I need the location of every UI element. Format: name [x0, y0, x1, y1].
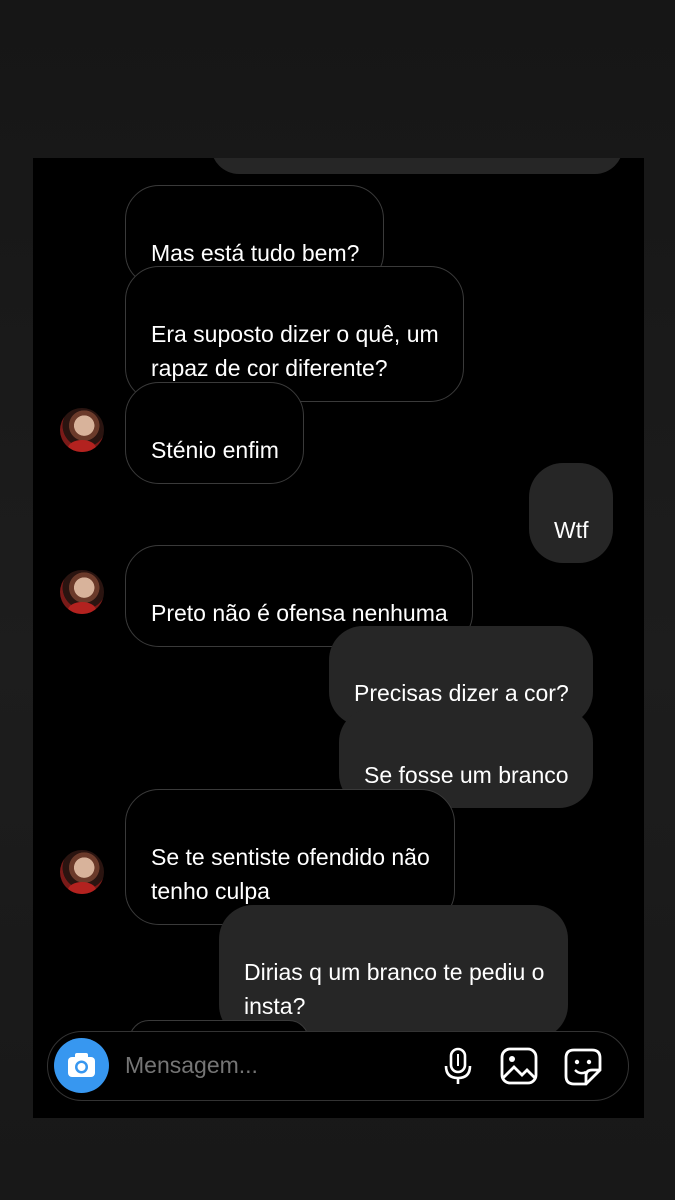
- sticker-icon[interactable]: [562, 1046, 604, 1088]
- message-text: Era suposto dizer o quê, um rapaz de cor…: [151, 321, 439, 381]
- chat-screen: Mas está tudo bem? Era suposto dizer o q…: [33, 158, 644, 1118]
- message-text: Dirias q um branco te pediu o insta?: [244, 959, 545, 1019]
- contact-avatar[interactable]: [60, 850, 104, 894]
- contact-avatar[interactable]: [60, 570, 104, 614]
- camera-button[interactable]: [54, 1038, 109, 1093]
- message-text: Mas está tudo bem?: [151, 240, 360, 266]
- gallery-icon[interactable]: [499, 1046, 539, 1086]
- message-bubble-outgoing[interactable]: Wtf: [529, 463, 613, 563]
- contact-avatar[interactable]: [60, 408, 104, 452]
- message-input[interactable]: [125, 1052, 425, 1079]
- message-text: Sténio enfim: [151, 437, 279, 463]
- message-text: Se te sentiste ofendido não tenho culpa: [151, 844, 430, 904]
- microphone-icon[interactable]: [441, 1046, 475, 1086]
- message-text: Precisas dizer a cor?: [354, 680, 569, 706]
- message-text: Preto não é ofensa nenhuma: [151, 600, 448, 626]
- partial-message-bubble: [211, 158, 623, 174]
- camera-icon: [68, 1053, 95, 1077]
- message-text: Se fosse um branco: [364, 762, 569, 788]
- message-composer: [47, 1031, 629, 1101]
- message-bubble-incoming[interactable]: Sténio enfim: [125, 382, 304, 484]
- message-text: Wtf: [554, 517, 589, 543]
- message-bubble-outgoing[interactable]: Dirias q um branco te pediu o insta?: [219, 905, 569, 1039]
